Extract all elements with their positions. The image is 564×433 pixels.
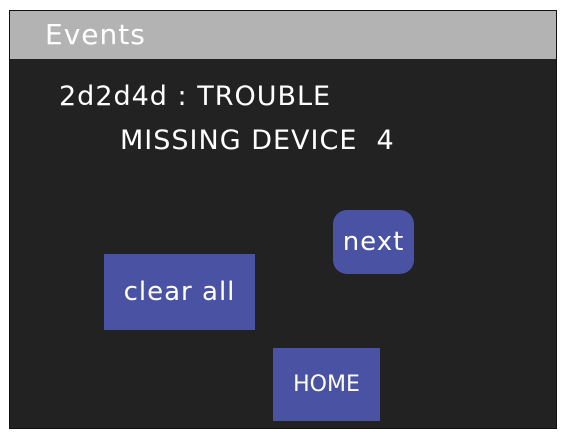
next-button[interactable]: next <box>333 210 414 274</box>
event-id-status: 2d2d4d : TROUBLE <box>59 81 332 112</box>
events-screen: Events 2d2d4d : TROUBLE MISSING DEVICE 4… <box>9 10 557 429</box>
clear-all-button[interactable]: clear all <box>104 254 255 330</box>
event-description: MISSING DEVICE 4 <box>120 125 395 156</box>
page-title: Events <box>45 18 146 51</box>
title-bar: Events <box>10 11 556 59</box>
home-button[interactable]: HOME <box>273 348 380 421</box>
